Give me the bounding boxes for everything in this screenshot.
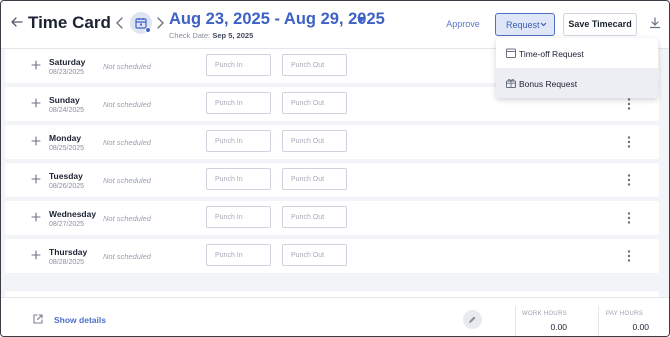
pay-hours-value: 0.00 bbox=[632, 322, 649, 332]
plus-icon[interactable] bbox=[31, 60, 41, 70]
check-date-label: Check Date: bbox=[169, 31, 211, 40]
day-date: 08/27/2025 bbox=[49, 221, 85, 228]
edit-button[interactable] bbox=[463, 310, 482, 329]
day-date: 08/25/2025 bbox=[49, 145, 85, 152]
pencil-icon bbox=[469, 316, 476, 323]
schedule-status: Not scheduled bbox=[103, 100, 151, 109]
page-title: Time Card bbox=[28, 13, 111, 32]
menu-item-time-off-request[interactable]: Time-off Request bbox=[496, 38, 658, 68]
request-button-label: Request bbox=[506, 20, 540, 30]
punch-out-input[interactable]: Punch Out bbox=[282, 92, 347, 114]
more-options-icon[interactable] bbox=[625, 135, 633, 149]
menu-item-label: Time-off Request bbox=[519, 49, 584, 59]
schedule-status: Not scheduled bbox=[103, 252, 151, 261]
calendar-icon bbox=[506, 48, 516, 58]
schedule-status: Not scheduled bbox=[103, 214, 151, 223]
plus-icon[interactable] bbox=[31, 136, 41, 146]
calendar-picker-button[interactable] bbox=[130, 12, 152, 34]
time-card-window: Time Card Aug 23, 2025 - Aug 29, 2025 Ch… bbox=[0, 0, 670, 337]
punch-in-input[interactable]: Punch In bbox=[206, 54, 271, 76]
more-options-icon[interactable] bbox=[625, 249, 633, 263]
arrow-left-icon[interactable] bbox=[10, 15, 24, 29]
save-timecard-button[interactable]: Save Timecard bbox=[563, 13, 637, 36]
schedule-status: Not scheduled bbox=[103, 62, 151, 71]
day-date: 08/28/2025 bbox=[49, 259, 85, 266]
punch-out-input[interactable]: Punch Out bbox=[282, 130, 347, 152]
request-button[interactable]: Request bbox=[495, 13, 555, 36]
calendar-indicator-dot bbox=[145, 27, 151, 33]
day-date: 08/26/2025 bbox=[49, 183, 85, 190]
more-options-icon[interactable] bbox=[625, 211, 633, 225]
schedule-status: Not scheduled bbox=[103, 138, 151, 147]
plus-icon[interactable] bbox=[31, 98, 41, 108]
more-options-icon[interactable] bbox=[625, 173, 633, 187]
date-range-selector[interactable]: Aug 23, 2025 - Aug 29, 2025 bbox=[169, 10, 385, 29]
plus-icon[interactable] bbox=[31, 212, 41, 222]
day-row: Monday 08/25/2025 Not scheduled Punch In Pun… bbox=[5, 125, 659, 159]
day-name: Tuesday bbox=[49, 171, 83, 181]
show-details-link[interactable]: Show details bbox=[54, 315, 106, 325]
punch-out-input[interactable]: Punch Out bbox=[282, 244, 347, 266]
external-link-icon[interactable] bbox=[33, 314, 43, 324]
punch-in-input[interactable]: Punch In bbox=[206, 168, 271, 190]
more-options-icon[interactable] bbox=[625, 97, 633, 111]
day-row: Tuesday 08/26/2025 Not scheduled Punch In Pu… bbox=[5, 163, 659, 197]
caret-down-icon[interactable] bbox=[356, 16, 366, 24]
chevron-right-icon[interactable] bbox=[155, 17, 165, 29]
summary-footer: Show details WORK HOURS 0.00 PAY HOURS 0… bbox=[1, 297, 669, 336]
punch-out-input[interactable]: Punch Out bbox=[282, 168, 347, 190]
day-row: Thursday 08/28/2025 Not scheduled Punch In P… bbox=[5, 239, 659, 273]
day-name: Thursday bbox=[49, 247, 88, 257]
punch-out-input[interactable]: Punch Out bbox=[282, 206, 347, 228]
punch-in-input[interactable]: Punch In bbox=[206, 92, 271, 114]
plus-icon[interactable] bbox=[31, 174, 41, 184]
check-date-value: Sep 5, 2025 bbox=[212, 31, 254, 40]
punch-in-input[interactable]: Punch In bbox=[206, 206, 271, 228]
approve-button[interactable]: Approve bbox=[439, 15, 487, 33]
day-date: 08/23/2025 bbox=[49, 69, 85, 76]
day-name: Monday bbox=[49, 133, 82, 143]
punch-in-input[interactable]: Punch In bbox=[206, 130, 271, 152]
request-menu: Time-off Request Bonus Request bbox=[496, 38, 658, 98]
punch-out-input[interactable]: Punch Out bbox=[282, 54, 347, 76]
plus-icon[interactable] bbox=[31, 250, 41, 260]
chevron-down-icon bbox=[540, 22, 547, 27]
divider bbox=[598, 306, 599, 336]
day-date: 08/24/2025 bbox=[49, 107, 85, 114]
pay-hours-label: PAY HOURS bbox=[606, 311, 644, 317]
day-name: Saturday bbox=[49, 57, 86, 67]
punch-in-input[interactable]: Punch In bbox=[206, 244, 271, 266]
schedule-status: Not scheduled bbox=[103, 176, 151, 185]
work-hours-label: WORK HOURS bbox=[522, 311, 567, 317]
menu-item-label: Bonus Request bbox=[519, 79, 578, 89]
day-row: Wednesday 08/27/2025 Not scheduled Punch In… bbox=[5, 201, 659, 235]
menu-item-bonus-request[interactable]: Bonus Request bbox=[496, 68, 658, 98]
chevron-left-icon[interactable] bbox=[115, 17, 125, 29]
check-date: Check Date: Sep 5, 2025 bbox=[169, 31, 253, 40]
day-name: Wednesday bbox=[49, 209, 97, 219]
divider bbox=[515, 306, 516, 336]
day-name: Sunday bbox=[49, 95, 80, 105]
download-icon[interactable] bbox=[649, 17, 661, 29]
gift-icon bbox=[506, 78, 516, 88]
work-hours-value: 0.00 bbox=[550, 322, 567, 332]
